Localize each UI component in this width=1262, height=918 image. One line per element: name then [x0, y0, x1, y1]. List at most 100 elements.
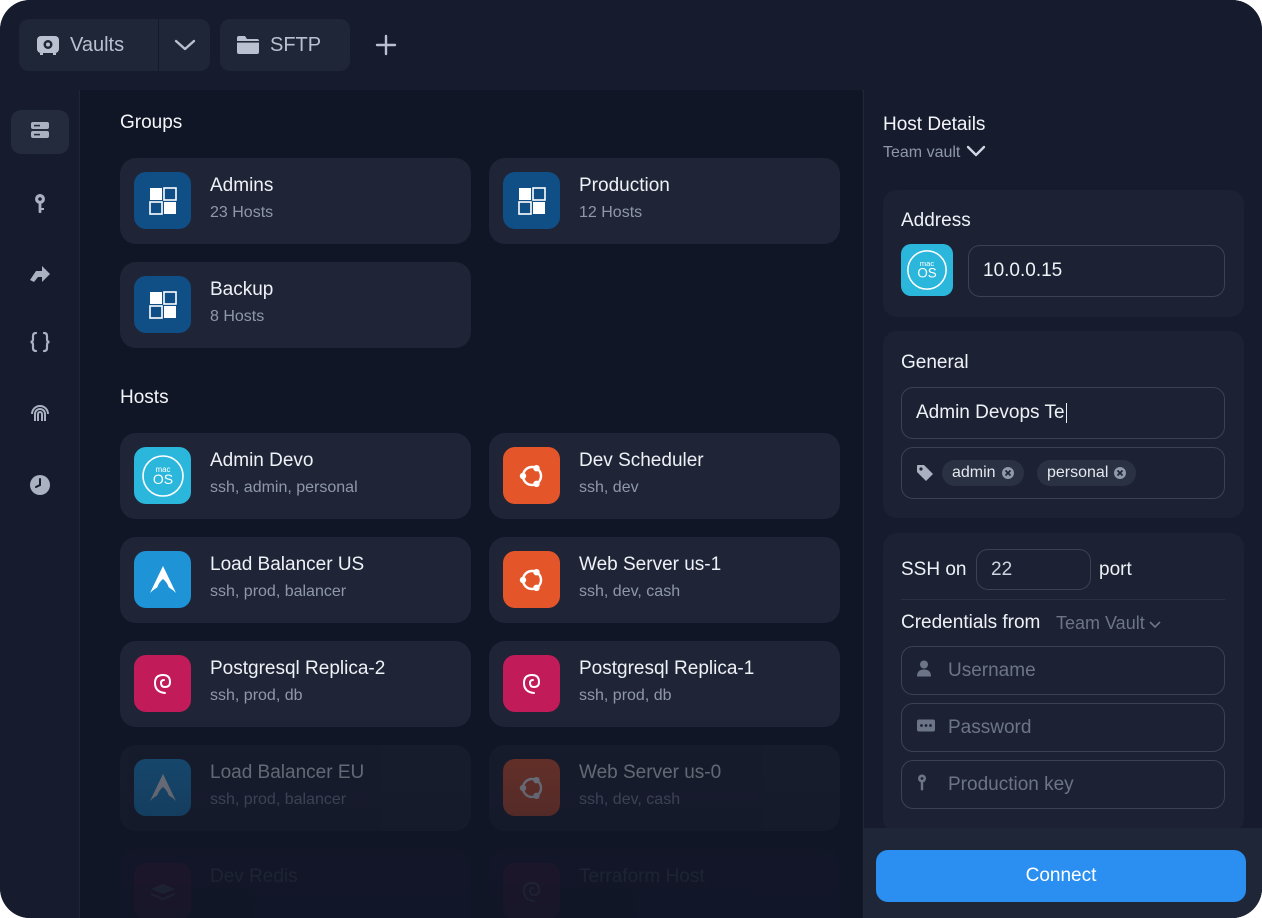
host-card[interactable]: Load Balancer EU ssh, prod, balancer [120, 745, 471, 831]
chevron-down-icon [1149, 613, 1161, 634]
sidebar-item-keychain[interactable] [11, 184, 69, 228]
group-count: 23 Hosts [210, 204, 274, 221]
host-tags: ssh, prod, db [579, 687, 672, 704]
tags-input[interactable]: admin personal [901, 447, 1225, 499]
remove-tag-button[interactable] [1114, 467, 1127, 479]
vault-icon [36, 34, 60, 56]
group-icon [134, 276, 191, 333]
group-icon [134, 172, 191, 229]
fingerprint-icon [29, 402, 51, 429]
host-os-icon[interactable]: mac OS [901, 244, 953, 296]
user-icon [916, 659, 932, 682]
vaults-tab-main[interactable]: Vaults [19, 19, 159, 71]
general-section: General Admin Devops Te admin personal [883, 331, 1244, 518]
divider [901, 599, 1225, 600]
debian-icon [134, 655, 191, 712]
label-value: Admin Devops Te [916, 402, 1065, 423]
ubuntu-icon [503, 759, 560, 816]
vault-selector[interactable]: Team vault [883, 144, 986, 162]
host-tags: ssh, prod, balancer [210, 583, 347, 600]
redis-icon [134, 863, 191, 918]
tag-chip[interactable]: personal [1037, 460, 1137, 486]
address-input[interactable]: 10.0.0.15 [968, 245, 1225, 297]
tab-sftp[interactable]: SFTP [220, 19, 350, 71]
host-card[interactable]: Dev Redis [120, 849, 471, 918]
tab-sftp-label: SFTP [270, 33, 322, 56]
general-label: General [901, 352, 969, 373]
debian-icon [503, 863, 560, 918]
hosts-title: Hosts [120, 387, 169, 408]
port-label: port [1099, 559, 1132, 580]
key-placeholder: Production key [948, 773, 1074, 795]
macos-icon: mac OS [134, 447, 191, 504]
plus-icon [374, 34, 398, 61]
address-value: 10.0.0.15 [983, 260, 1063, 281]
macos-badge: OS [152, 471, 172, 487]
host-name: Postgresql Replica-1 [579, 658, 755, 679]
sidebar-item-snippets[interactable] [11, 322, 69, 366]
host-name: Dev Redis [210, 866, 298, 887]
host-name: Load Balancer EU [210, 762, 365, 783]
host-name: Terraform Host [579, 866, 705, 887]
host-card[interactable]: Web Server us-0 ssh, dev, cash [489, 745, 840, 831]
label-input[interactable]: Admin Devops Te [901, 387, 1225, 439]
port-input[interactable]: 22 [976, 549, 1091, 590]
sidebar-item-known-hosts[interactable] [11, 393, 69, 437]
password-placeholder: Password [948, 716, 1032, 738]
sidebar [0, 90, 80, 918]
panel-footer: Connect [863, 828, 1262, 918]
folder-icon [236, 35, 260, 55]
close-icon [1117, 469, 1124, 477]
host-details-panel: Host Details Team vault Address mac OS 10… [863, 90, 1262, 918]
group-icon [503, 172, 560, 229]
tag-chip[interactable]: admin [942, 460, 1024, 486]
remove-tag-button[interactable] [1001, 467, 1014, 479]
host-tags: ssh, dev, cash [579, 583, 681, 600]
sidebar-item-port-forwarding[interactable] [11, 254, 69, 298]
group-card[interactable]: Admins 23 Hosts [120, 158, 471, 244]
hosts-icon [30, 121, 50, 144]
host-card[interactable]: Web Server us-1 ssh, dev, cash [489, 537, 840, 623]
group-name: Production [579, 175, 670, 196]
group-name: Admins [210, 175, 274, 196]
host-name: Web Server us-0 [579, 762, 722, 783]
vaults-dropdown-button[interactable] [159, 19, 210, 71]
host-name: Load Balancer US [210, 554, 365, 575]
sidebar-item-hosts[interactable] [11, 110, 69, 154]
app-window: Vaults SFTP Groups Admins 23 Hosts Produ… [0, 0, 1262, 918]
host-card[interactable]: Postgresql Replica-2 ssh, prod, db [120, 641, 471, 727]
password-input[interactable]: Password [901, 703, 1225, 752]
close-icon [1004, 469, 1011, 477]
sidebar-item-history[interactable] [11, 465, 69, 509]
host-card[interactable]: Load Balancer US ssh, prod, balancer [120, 537, 471, 623]
connect-button[interactable]: Connect [876, 850, 1246, 902]
ssh-key-input[interactable]: Production key [901, 760, 1225, 809]
debian-icon [503, 655, 560, 712]
group-card[interactable]: Backup 8 Hosts [120, 262, 471, 348]
username-input[interactable]: Username [901, 646, 1225, 695]
ssh-section: SSH on 22 port Credentials from Team Vau… [883, 533, 1244, 833]
macos-badge: OS [917, 266, 936, 281]
tab-vaults[interactable]: Vaults [19, 19, 210, 71]
vault-selector-label: Team vault [883, 144, 961, 161]
host-card[interactable]: Terraform Host [489, 849, 840, 918]
key-icon [916, 773, 928, 796]
host-card[interactable]: Postgresql Replica-1 ssh, prod, db [489, 641, 840, 727]
chevron-down-icon [960, 144, 986, 162]
new-tab-button[interactable] [374, 33, 398, 57]
group-count: 12 Hosts [579, 204, 643, 221]
host-name: Web Server us-1 [579, 554, 722, 575]
port-value: 22 [991, 558, 1013, 580]
credentials-source-select[interactable]: Team Vault [1056, 613, 1161, 634]
host-tags: ssh, prod, balancer [210, 791, 347, 808]
host-tags: ssh, dev, cash [579, 791, 681, 808]
group-card[interactable]: Production 12 Hosts [489, 158, 840, 244]
address-section: Address mac OS 10.0.0.15 [883, 190, 1244, 317]
host-card[interactable]: Dev Scheduler ssh, dev [489, 433, 840, 519]
host-tags: ssh, prod, db [210, 687, 303, 704]
host-card[interactable]: mac OS Admin Devo ssh, admin, personal [120, 433, 471, 519]
key-icon [33, 193, 47, 220]
tag-icon [916, 464, 934, 487]
tag-chip-label: personal [1047, 464, 1109, 481]
group-count: 8 Hosts [210, 308, 265, 325]
